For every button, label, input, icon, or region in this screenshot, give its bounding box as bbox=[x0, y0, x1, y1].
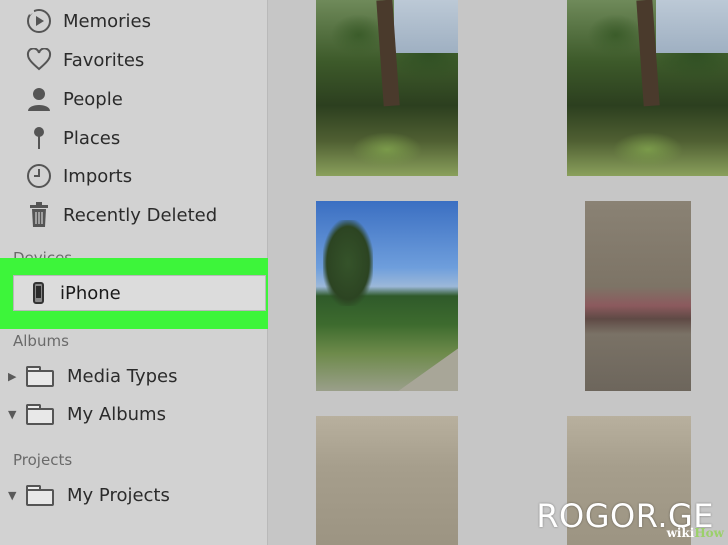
projects-section-header: Projects bbox=[13, 451, 73, 469]
sidebar-item-recently-deleted[interactable]: Recently Deleted bbox=[24, 198, 217, 232]
sidebar-item-label: My Projects bbox=[67, 484, 170, 506]
photo-thumbnail[interactable] bbox=[316, 0, 458, 176]
photo-grid bbox=[268, 0, 728, 545]
photo-thumbnail[interactable] bbox=[585, 201, 691, 391]
disclosure-down-icon[interactable]: ▼ bbox=[8, 408, 22, 421]
sidebar-item-people[interactable]: People bbox=[24, 82, 123, 116]
sidebar-item-media-types[interactable]: ▶ Media Types bbox=[8, 359, 178, 393]
sidebar-item-label: Places bbox=[63, 127, 121, 149]
person-icon bbox=[24, 84, 54, 114]
wikihow-watermark: wikiHow bbox=[666, 526, 724, 540]
clock-icon bbox=[24, 161, 54, 191]
sidebar-item-label: iPhone bbox=[60, 282, 121, 304]
sidebar-item-places[interactable]: Places bbox=[24, 121, 120, 155]
sidebar: Memories Favorites People Places Imports… bbox=[0, 0, 284, 545]
sidebar-item-label: People bbox=[63, 88, 123, 110]
sidebar-item-imports[interactable]: Imports bbox=[24, 159, 132, 193]
sidebar-item-my-albums[interactable]: ▼ My Albums bbox=[8, 397, 166, 431]
sidebar-item-label: Media Types bbox=[67, 365, 178, 387]
pin-icon bbox=[24, 123, 54, 153]
disclosure-right-icon[interactable]: ▶ bbox=[8, 370, 22, 383]
albums-section-header: Albums bbox=[13, 332, 69, 350]
sidebar-item-label: Imports bbox=[63, 165, 133, 187]
sidebar-item-label: Memories bbox=[63, 10, 152, 32]
photo-thumbnail[interactable] bbox=[316, 201, 458, 391]
disclosure-down-icon[interactable]: ▼ bbox=[8, 489, 22, 502]
sidebar-item-memories[interactable]: Memories bbox=[24, 4, 151, 38]
folder-icon bbox=[26, 366, 54, 387]
memories-icon bbox=[24, 6, 54, 36]
sidebar-item-label: My Albums bbox=[67, 403, 166, 425]
photo-thumbnail[interactable] bbox=[567, 0, 728, 176]
trash-icon bbox=[24, 200, 54, 230]
folder-icon bbox=[26, 404, 54, 425]
photo-thumbnail[interactable] bbox=[316, 416, 458, 545]
sidebar-item-label: Favorites bbox=[63, 49, 145, 71]
sidebar-item-my-projects[interactable]: ▼ My Projects bbox=[8, 478, 170, 512]
heart-icon bbox=[24, 45, 54, 75]
sidebar-item-favorites[interactable]: Favorites bbox=[24, 43, 144, 77]
sidebar-item-label: Recently Deleted bbox=[63, 204, 218, 226]
iphone-icon bbox=[33, 282, 44, 304]
sidebar-item-iphone[interactable]: iPhone bbox=[13, 275, 266, 311]
folder-icon bbox=[26, 485, 54, 506]
